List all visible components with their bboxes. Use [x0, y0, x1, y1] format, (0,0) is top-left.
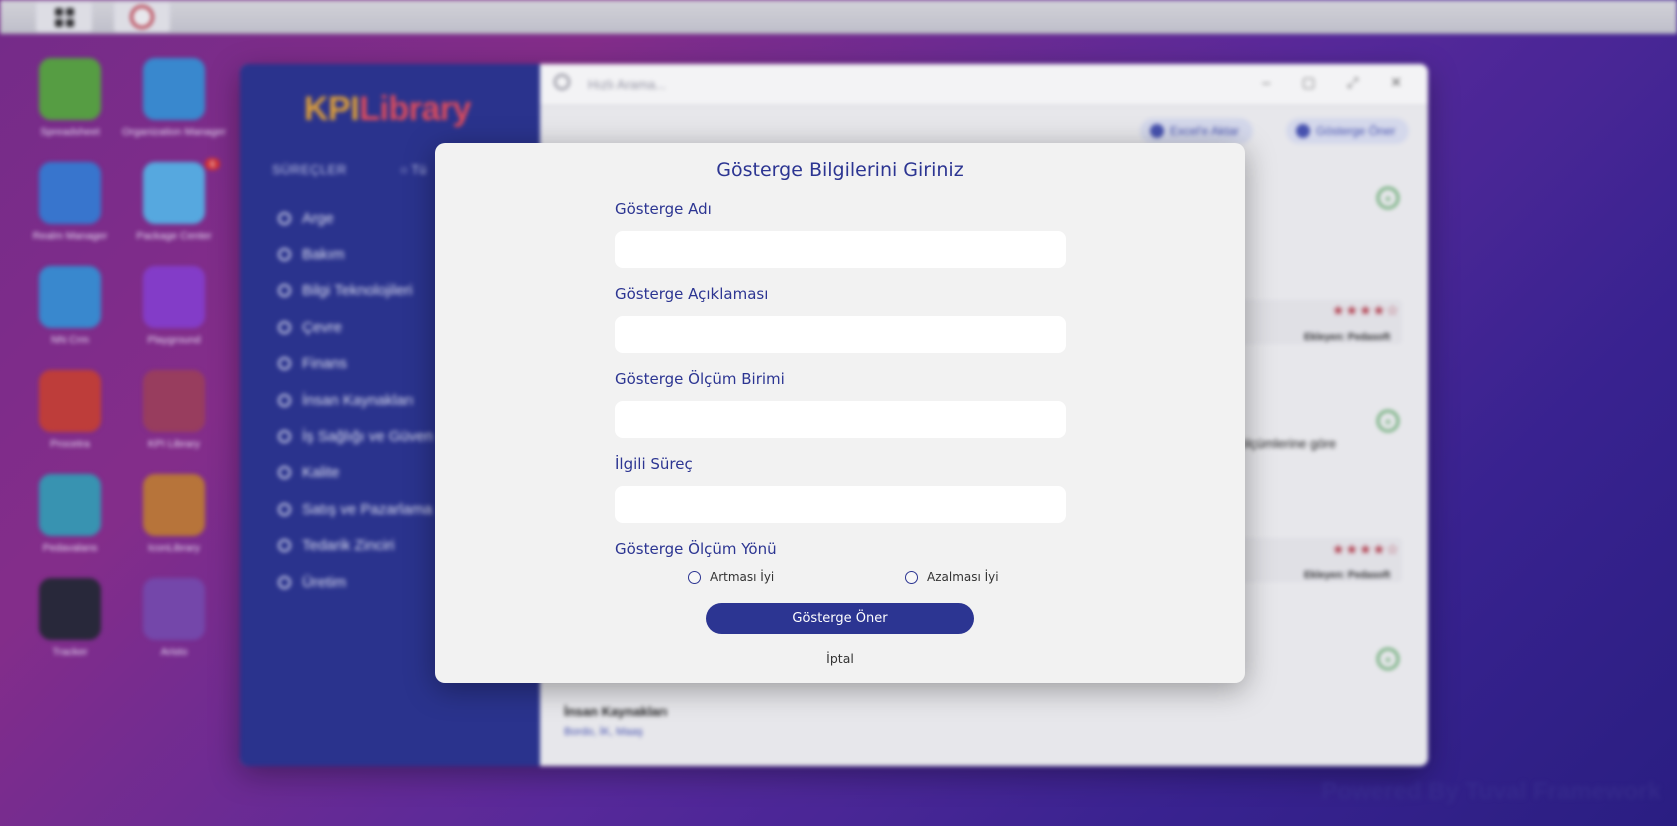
- radio-circle-icon[interactable]: [688, 570, 701, 584]
- measurement-unit-label: Gösterge Ölçüm Birimi: [615, 370, 785, 388]
- dialog-title: Gösterge Bilgilerini Giriniz: [716, 159, 964, 181]
- suggest-indicator-dialog: Gösterge Bilgilerini Giriniz Gösterge Ad…: [435, 143, 1245, 683]
- decrease-good-radio[interactable]: Azalması İyi: [905, 570, 999, 584]
- indicator-name-label: Gösterge Adı: [615, 200, 712, 218]
- related-process-input[interactable]: [615, 486, 1066, 523]
- measurement-unit-input[interactable]: [615, 401, 1066, 438]
- decrease-good-label: Azalması İyi: [927, 570, 999, 584]
- indicator-name-input[interactable]: [615, 231, 1066, 268]
- radio-circle-icon[interactable]: [905, 570, 918, 584]
- indicator-description-input[interactable]: [615, 316, 1066, 353]
- indicator-description-label: Gösterge Açıklaması: [615, 285, 769, 303]
- increase-good-radio[interactable]: Artması İyi: [688, 570, 774, 584]
- increase-good-label: Artması İyi: [710, 570, 775, 584]
- cancel-button[interactable]: İptal: [435, 651, 1245, 666]
- related-process-label: İlgili Süreç: [615, 455, 693, 473]
- suggest-indicator-submit-button[interactable]: Gösterge Öner: [706, 603, 974, 634]
- measurement-direction-label: Gösterge Ölçüm Yönü: [615, 540, 777, 558]
